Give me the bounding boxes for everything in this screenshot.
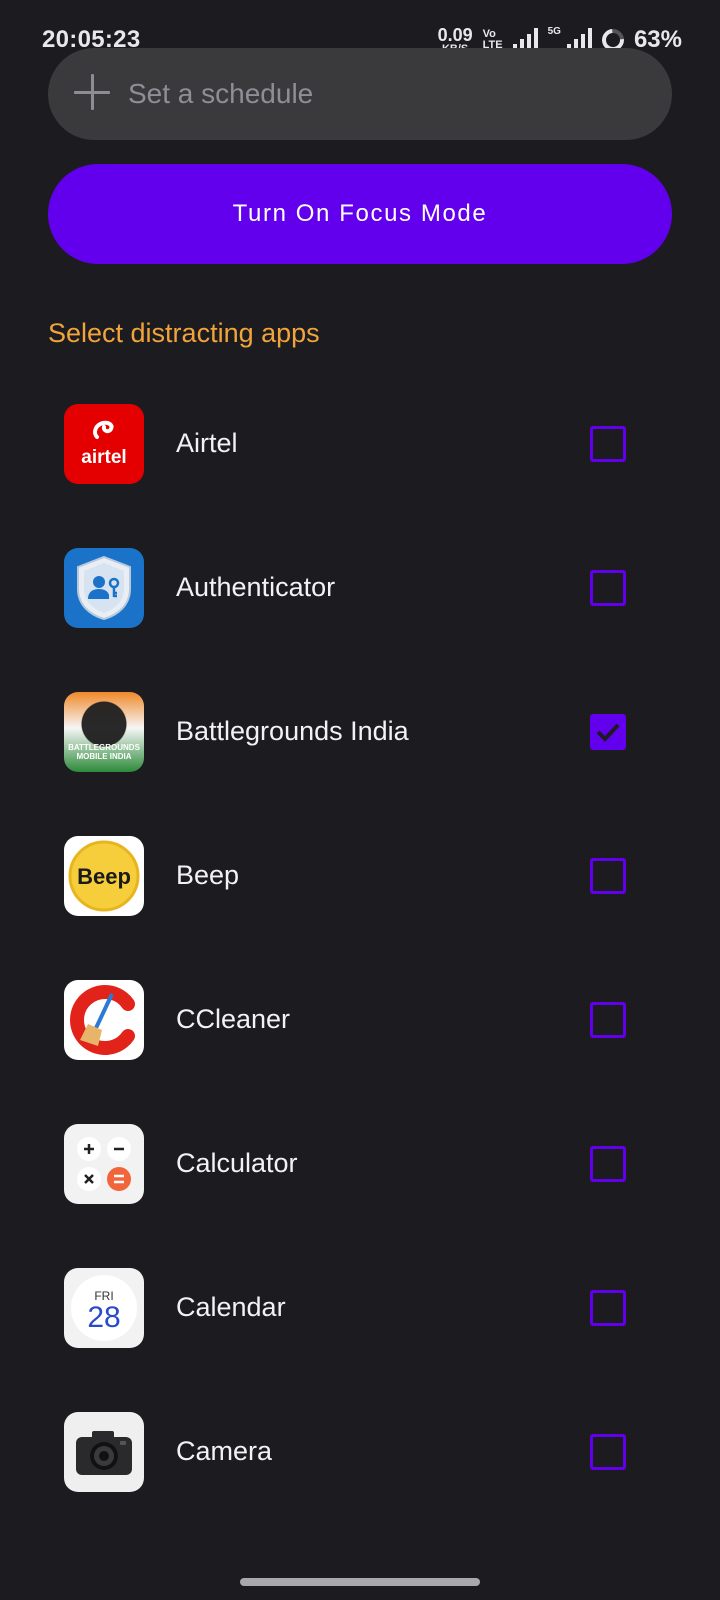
set-schedule-label: Set a schedule (128, 78, 314, 109)
app-name: Camera (176, 1436, 273, 1466)
calendar-icon: FRI 28 (64, 1268, 144, 1348)
calculator-icon (64, 1124, 144, 1204)
app-checkbox[interactable] (590, 426, 626, 462)
app-name: Airtel (176, 428, 238, 458)
app-checkbox[interactable] (590, 570, 626, 606)
ccleaner-icon (64, 980, 144, 1060)
app-name: CCleaner (176, 1004, 291, 1034)
plus-icon (74, 74, 110, 110)
app-checkbox[interactable] (590, 858, 626, 894)
beep-icon: Beep (64, 836, 144, 916)
app-name: Calendar (176, 1292, 286, 1322)
app-name: Authenticator (176, 572, 336, 602)
five-g-label: 5G (547, 26, 561, 37)
app-row-camera[interactable]: Camera (0, 1398, 720, 1542)
app-checkbox[interactable] (590, 1290, 626, 1326)
app-row-beep[interactable]: Beep Beep (0, 822, 720, 966)
app-row-authenticator[interactable]: Authenticator (0, 534, 720, 678)
app-row-airtel[interactable]: airtel Airtel (0, 390, 720, 534)
airtel-icon: airtel (64, 404, 144, 484)
authenticator-icon (64, 548, 144, 628)
home-indicator[interactable] (240, 1578, 480, 1586)
bgmi-icon-label: BATTLEGROUNDS MOBILE INDIA (68, 743, 140, 762)
airtel-icon-text: airtel (81, 447, 127, 468)
section-title: Select distracting apps (48, 318, 320, 348)
app-checkbox[interactable] (590, 1002, 626, 1038)
calendar-icon-date: 28 (87, 1301, 120, 1334)
app-name: Battlegrounds India (176, 716, 409, 746)
turn-on-focus-mode-button[interactable]: Turn On Focus Mode (48, 164, 672, 264)
app-row-calendar[interactable]: FRI 28 Calendar (0, 1254, 720, 1398)
app-checkbox-checked[interactable] (590, 714, 626, 750)
app-checkbox[interactable] (590, 1434, 626, 1470)
app-list: airtel Airtel Authenticator BATTLEGROUND… (0, 390, 720, 1542)
checkmark-icon (596, 723, 620, 742)
beep-icon-text: Beep (77, 864, 131, 889)
app-row-calculator[interactable]: Calculator (0, 1110, 720, 1254)
app-checkbox[interactable] (590, 1146, 626, 1182)
app-row-ccleaner[interactable]: CCleaner (0, 966, 720, 1110)
camera-icon (64, 1412, 144, 1492)
network-speed-value: 0.09 (437, 24, 473, 45)
app-row-battlegrounds-india[interactable]: BATTLEGROUNDS MOBILE INDIA Battlegrounds… (0, 678, 720, 822)
app-name: Beep (176, 860, 240, 890)
battlegrounds-india-icon: BATTLEGROUNDS MOBILE INDIA (64, 692, 144, 772)
app-name: Calculator (176, 1148, 298, 1178)
